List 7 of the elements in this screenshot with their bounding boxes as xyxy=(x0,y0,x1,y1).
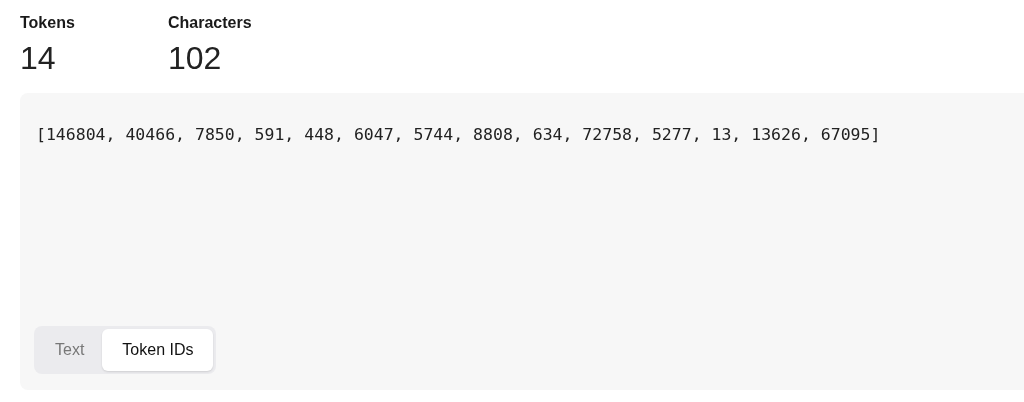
stat-label: Characters xyxy=(168,13,253,33)
view-tab[interactable]: Text xyxy=(37,329,103,371)
stat-value: 14 xyxy=(20,39,57,78)
view-tab[interactable]: Token IDs xyxy=(102,329,214,371)
token-ids-text: [146804, 40466, 7850, 591, 448, 6047, 5744, 8808, 634, 72758, 5277, 13, 13626, 67095] xyxy=(35,124,882,146)
stat-label: Tokens xyxy=(20,13,76,33)
stat-value: 102 xyxy=(168,39,223,78)
